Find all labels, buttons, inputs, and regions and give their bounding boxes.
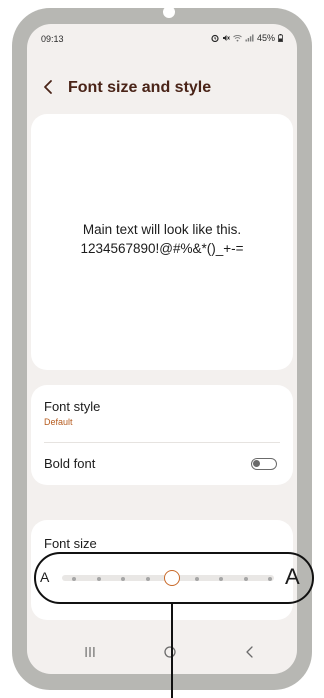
- annotation-highlight-ellipse: [34, 552, 314, 604]
- status-time: 09:13: [41, 34, 64, 44]
- recent-apps-icon[interactable]: [82, 644, 98, 660]
- font-size-label: Font size: [44, 536, 97, 551]
- battery-level: 45%: [256, 33, 275, 43]
- wifi-icon: [233, 35, 242, 42]
- bold-font-label: Bold font: [44, 456, 96, 471]
- preview-text-line-1: Main text will look like this.: [82, 222, 242, 237]
- bold-font-toggle[interactable]: [251, 458, 277, 470]
- toggle-knob: [253, 460, 260, 467]
- camera-icon: [163, 6, 175, 18]
- page-title: Font size and style: [68, 79, 212, 96]
- alarm-icon: [211, 34, 219, 42]
- back-arrow-icon[interactable]: [39, 77, 59, 97]
- settings-card: Font style Default Bold font: [31, 385, 293, 485]
- preview-text-line-2: 1234567890!@#%&*()_+-=: [80, 241, 244, 256]
- battery-icon: [278, 34, 283, 42]
- annotation-pointer-line: [171, 603, 173, 698]
- status-icons: 45%: [211, 33, 283, 43]
- navigation-bar: [27, 638, 297, 668]
- bold-font-row[interactable]: Bold font: [31, 443, 293, 485]
- signal-icon: [245, 34, 254, 42]
- nav-back-icon[interactable]: [242, 644, 258, 660]
- status-bar: 09:13 45%: [27, 24, 297, 50]
- mute-icon: [222, 35, 230, 41]
- header: Font size and style: [27, 74, 297, 104]
- font-preview-card: Main text will look like this. 123456789…: [31, 114, 293, 370]
- font-style-value: Default: [44, 417, 73, 427]
- font-style-label: Font style: [44, 399, 101, 414]
- home-icon[interactable]: [162, 644, 178, 660]
- font-style-row[interactable]: Font style Default: [31, 385, 293, 441]
